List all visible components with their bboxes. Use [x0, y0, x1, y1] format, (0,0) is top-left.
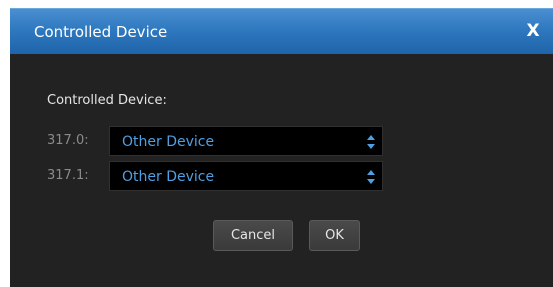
section-label: Controlled Device: [47, 93, 167, 108]
device-select-317-1[interactable]: Other Device [109, 161, 383, 191]
dialog-title: Controlled Device [34, 23, 168, 41]
row-label-317-0: 317.0: [47, 133, 89, 148]
select-arrows-icon [367, 134, 375, 149]
select-arrows-icon [367, 169, 375, 184]
ok-button[interactable]: OK [309, 220, 360, 251]
close-button[interactable]: X [523, 20, 543, 42]
row-label-317-1: 317.1: [47, 168, 89, 183]
device-select-317-0[interactable]: Other Device [109, 126, 383, 156]
select-value: Other Device [122, 169, 215, 185]
cancel-button[interactable]: Cancel [213, 220, 293, 251]
dialog-titlebar: Controlled Device X [10, 8, 553, 54]
select-value: Other Device [122, 134, 215, 150]
controlled-device-dialog: Controlled Device X Controlled Device: 3… [10, 8, 553, 287]
